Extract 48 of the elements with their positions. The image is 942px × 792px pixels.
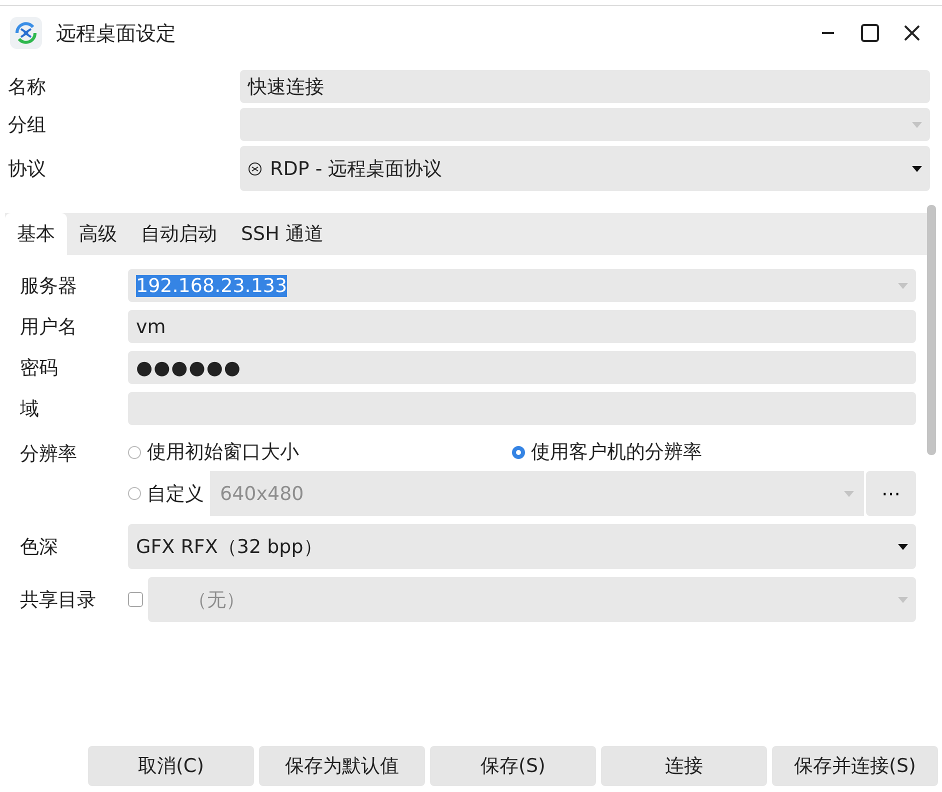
dialog-button[interactable]: 连接 bbox=[601, 746, 767, 786]
color-depth-dropdown[interactable]: GFX RFX（32 bpp） bbox=[128, 524, 916, 569]
field-label: 分组 bbox=[8, 112, 47, 138]
tab[interactable]: 自动启动 bbox=[129, 213, 229, 255]
server-combo[interactable]: 192.168.23.133 bbox=[128, 269, 916, 302]
field-label: 服务器 bbox=[20, 274, 78, 298]
tab[interactable]: 高级 bbox=[67, 213, 129, 255]
more-button[interactable]: ⋯ bbox=[866, 471, 916, 516]
dropdown-value: GFX RFX（32 bpp） bbox=[136, 534, 322, 560]
dropdown-arrow-icon bbox=[844, 490, 854, 496]
radio-option[interactable]: 使用初始窗口大小 bbox=[128, 439, 512, 465]
radio-icon[interactable] bbox=[128, 487, 141, 500]
protocol-dropdown[interactable]: RDP - 远程桌面协议 bbox=[240, 146, 930, 191]
username-field[interactable]: vm bbox=[128, 310, 916, 343]
field-label: 用户名 bbox=[20, 314, 78, 340]
dialog-button[interactable]: 取消(C) bbox=[88, 746, 254, 786]
field-label: 域 bbox=[20, 396, 40, 422]
dialog-button[interactable]: 保存并连接(S) bbox=[772, 746, 938, 786]
dialog-button[interactable]: 保存(S) bbox=[430, 746, 596, 786]
field-label: 共享目录 bbox=[20, 588, 97, 612]
tab[interactable]: SSH 通道 bbox=[229, 213, 336, 255]
app-logo-icon bbox=[10, 17, 42, 49]
radio-option[interactable]: 使用客户机的分辨率 bbox=[512, 439, 916, 465]
dropdown-value: （无） bbox=[188, 588, 245, 612]
window-title: 远程桌面设定 bbox=[56, 20, 176, 46]
field-label: 协议 bbox=[8, 156, 47, 182]
field-label: 分辨率 bbox=[20, 442, 78, 467]
radio-icon[interactable] bbox=[512, 446, 525, 458]
dialog-button[interactable]: 保存为默认值 bbox=[259, 746, 425, 786]
dropdown-arrow-icon bbox=[912, 166, 922, 172]
dropdown-arrow-icon bbox=[912, 122, 922, 128]
field-label: 名称 bbox=[8, 74, 47, 100]
radio-icon[interactable] bbox=[128, 446, 141, 458]
tab[interactable]: 基本 bbox=[5, 213, 67, 255]
field-label: 密码 bbox=[20, 356, 59, 380]
maximize-icon[interactable] bbox=[858, 21, 882, 45]
name-field[interactable]: 快速连接 bbox=[240, 70, 930, 103]
radio-option[interactable]: 自定义 bbox=[128, 480, 204, 506]
protocol-icon bbox=[248, 162, 262, 176]
resolution-value: 640x480 bbox=[220, 482, 304, 504]
dropdown-value: RDP - 远程桌面协议 bbox=[270, 156, 442, 182]
scrollbar[interactable] bbox=[927, 205, 936, 455]
dropdown-arrow-icon bbox=[898, 596, 908, 602]
dropdown-arrow-icon bbox=[898, 544, 908, 550]
server-value: 192.168.23.133 bbox=[136, 274, 288, 296]
password-field[interactable]: ●●●●●● bbox=[128, 351, 916, 384]
dropdown-arrow-icon bbox=[898, 282, 908, 288]
field-label: 色深 bbox=[20, 534, 59, 560]
